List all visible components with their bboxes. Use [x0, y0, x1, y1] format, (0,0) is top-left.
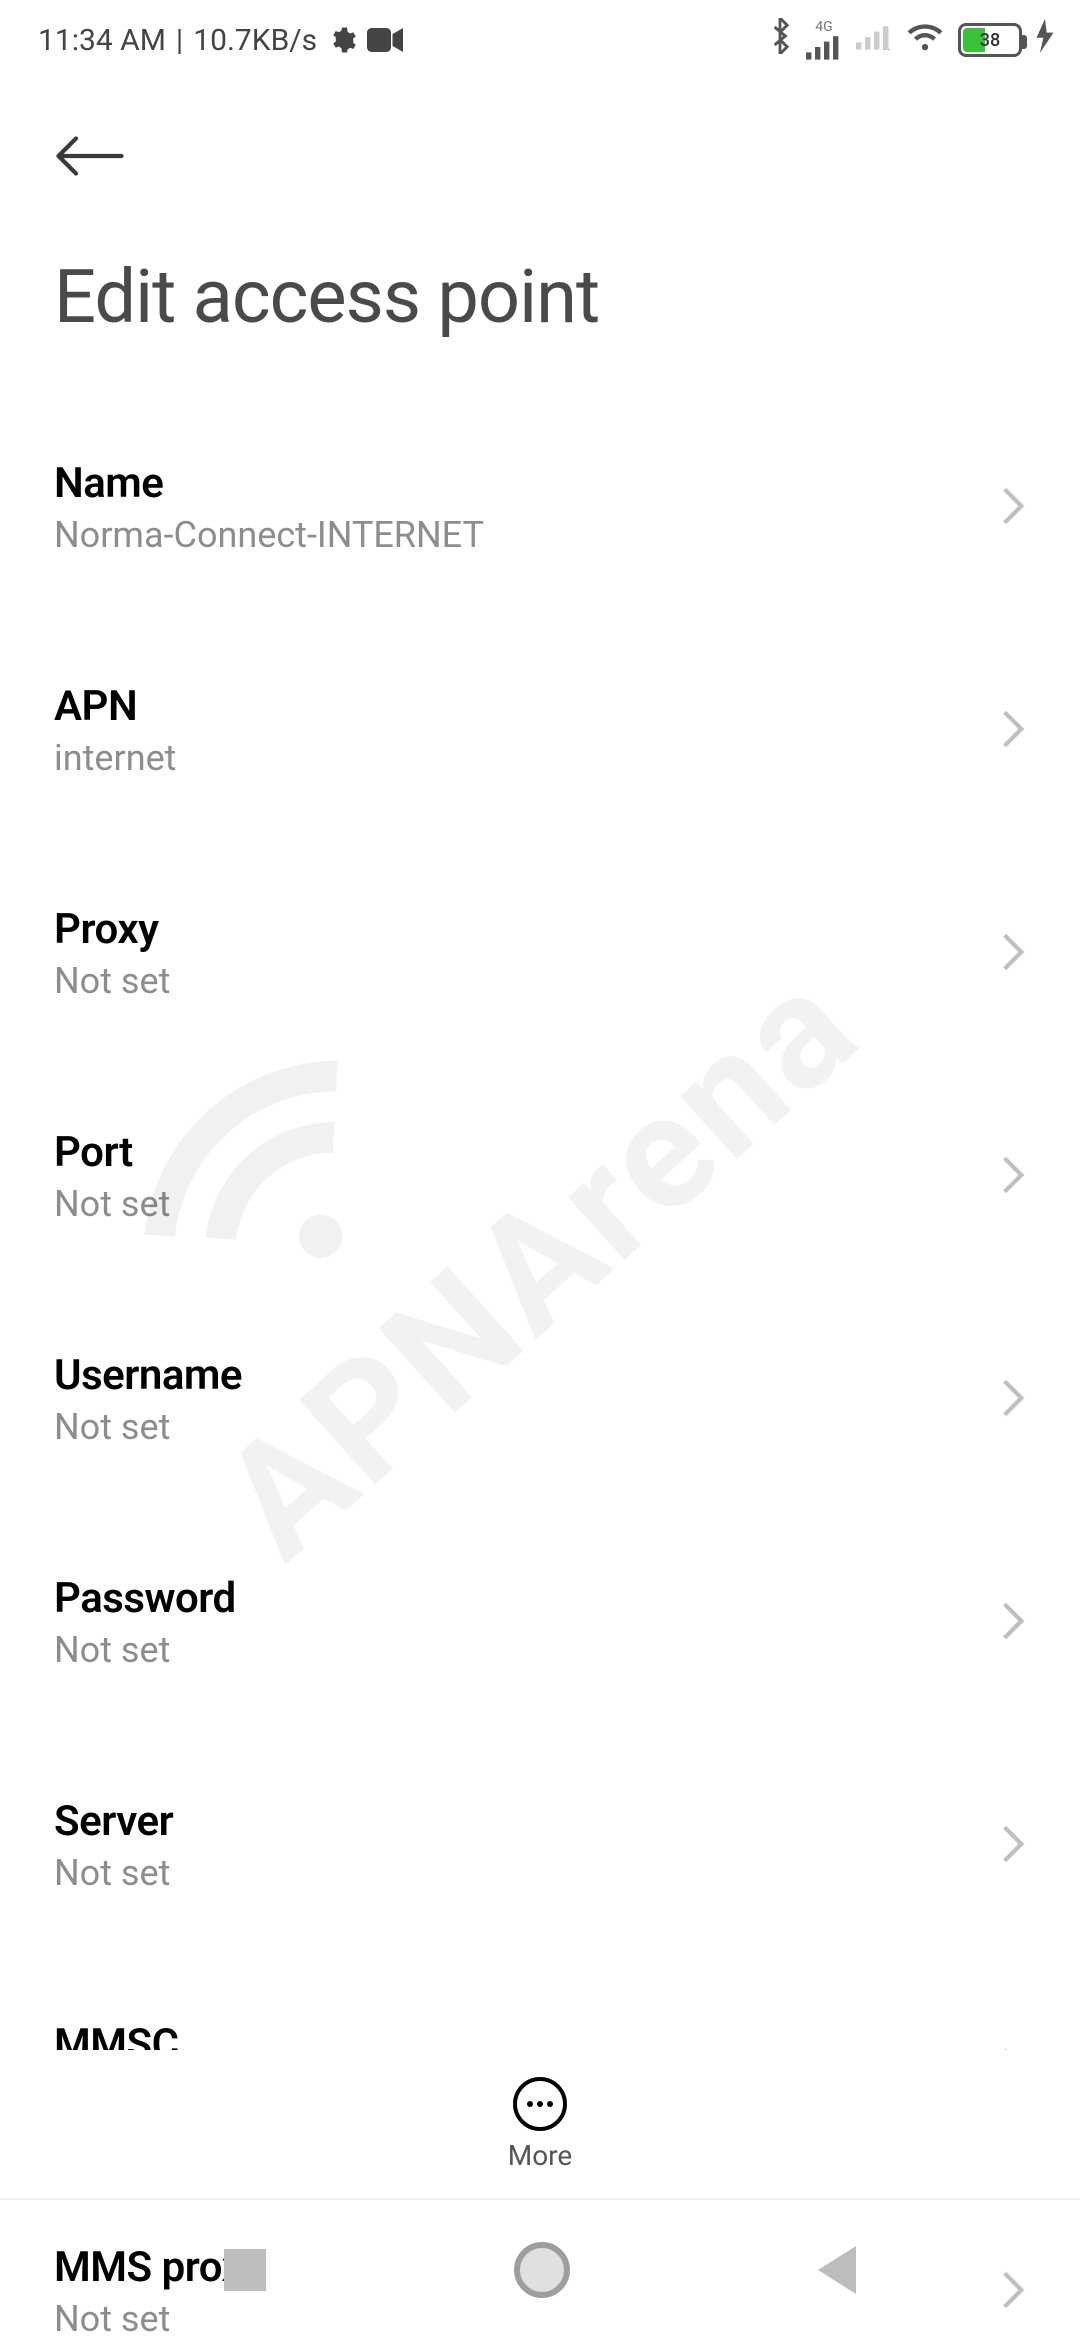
row-label: Name [54, 459, 484, 508]
signal-secondary-icon: x [856, 23, 892, 58]
row-server[interactable]: Server Not set [54, 1761, 1026, 1930]
row-label: Password [54, 1574, 236, 1623]
row-label: Username [54, 1351, 242, 1400]
page-title: Edit access point [54, 254, 1026, 341]
row-label: APN [54, 682, 176, 731]
row-value: Not set [54, 1183, 170, 1225]
status-time: 11:34 AM [38, 23, 166, 58]
more-button[interactable]: More [0, 2050, 1080, 2200]
status-net-speed: 10.7KB/s [193, 23, 317, 58]
row-value: internet [54, 737, 176, 779]
nav-recents-button[interactable] [224, 2249, 266, 2291]
charging-icon [1036, 19, 1054, 61]
chevron-right-icon [1000, 1823, 1026, 1869]
status-divider: | [176, 23, 183, 58]
row-port[interactable]: Port Not set [54, 1092, 1026, 1261]
row-apn[interactable]: APN internet [54, 646, 1026, 815]
chevron-right-icon [1000, 485, 1026, 531]
wifi-icon [906, 21, 944, 59]
gear-icon [327, 25, 357, 55]
signal-4g-icon: 4G [806, 20, 842, 60]
android-nav-bar [0, 2200, 1080, 2340]
row-label: Server [54, 1797, 173, 1846]
back-button[interactable] [54, 120, 126, 192]
chevron-right-icon [1000, 708, 1026, 754]
nav-home-button[interactable] [514, 2242, 570, 2298]
row-label: Proxy [54, 905, 170, 954]
more-label: More [508, 2139, 573, 2172]
chevron-right-icon [1000, 1600, 1026, 1646]
nav-back-button[interactable] [818, 2246, 856, 2294]
battery-icon: 38 [958, 23, 1022, 57]
svg-text:x: x [883, 43, 890, 49]
chevron-right-icon [1000, 1377, 1026, 1423]
video-icon [367, 27, 403, 53]
row-value: Not set [54, 1852, 173, 1894]
row-value: Norma-Connect-INTERNET [54, 514, 484, 556]
row-value: Not set [54, 1629, 236, 1671]
row-label: Port [54, 1128, 170, 1177]
row-value: Not set [54, 1406, 242, 1448]
battery-percent: 38 [961, 30, 1019, 51]
row-name[interactable]: Name Norma-Connect-INTERNET [54, 423, 1026, 592]
chevron-right-icon [1000, 1154, 1026, 1200]
row-username[interactable]: Username Not set [54, 1315, 1026, 1484]
arrow-left-icon [54, 135, 126, 177]
row-proxy[interactable]: Proxy Not set [54, 869, 1026, 1038]
bluetooth-icon [768, 18, 792, 62]
chevron-right-icon [1000, 931, 1026, 977]
status-bar: 11:34 AM | 10.7KB/s 4G x 38 [0, 0, 1080, 80]
row-value: Not set [54, 960, 170, 1002]
more-icon [513, 2077, 567, 2131]
row-password[interactable]: Password Not set [54, 1538, 1026, 1707]
